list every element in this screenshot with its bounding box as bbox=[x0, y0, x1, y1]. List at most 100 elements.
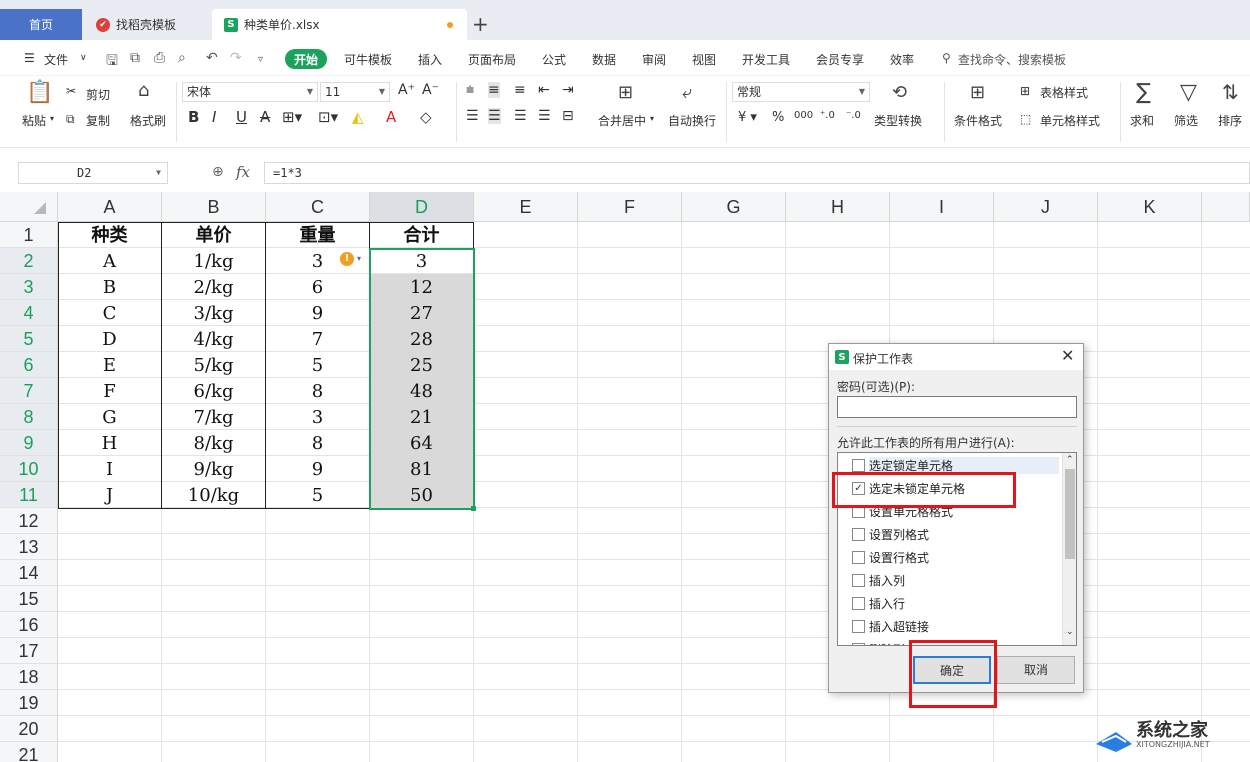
menu-efficiency[interactable]: 效率 bbox=[890, 51, 914, 68]
permission-checkbox[interactable] bbox=[852, 574, 865, 587]
data-cell[interactable]: 3/kg bbox=[162, 300, 265, 326]
data-cell[interactable]: 9/kg bbox=[162, 456, 265, 482]
type-convert-icon[interactable]: ⟲ bbox=[892, 82, 907, 103]
permission-checkbox[interactable] bbox=[852, 620, 865, 633]
column-header-k[interactable]: K bbox=[1098, 192, 1202, 222]
currency-icon[interactable]: ¥ ▾ bbox=[738, 110, 757, 125]
menu-member[interactable]: 会员专享 bbox=[816, 51, 864, 68]
border-icon[interactable]: ⊞▾ bbox=[282, 108, 302, 126]
row-header-9[interactable]: 9 bbox=[0, 430, 58, 456]
row-header-11[interactable]: 11 bbox=[0, 482, 58, 508]
column-header-i[interactable]: I bbox=[890, 192, 994, 222]
data-cell[interactable]: A bbox=[58, 248, 161, 274]
conditional-format-button[interactable]: 条件格式 bbox=[954, 112, 1002, 129]
wrap-text-button[interactable]: 自动换行 bbox=[668, 112, 716, 129]
data-cell[interactable]: 7 bbox=[266, 326, 369, 352]
tab-template[interactable]: ✔ 找稻壳模板 bbox=[84, 9, 204, 40]
menu-review[interactable]: 审阅 bbox=[642, 51, 666, 68]
thousands-icon[interactable]: 000 bbox=[794, 110, 813, 121]
align-top-icon[interactable]: ⩧ bbox=[466, 82, 474, 98]
chevron-down-icon[interactable]: ∨ bbox=[80, 53, 87, 63]
menu-page-layout[interactable]: 页面布局 bbox=[468, 51, 516, 68]
cancel-button[interactable]: 取消 bbox=[997, 656, 1075, 684]
increase-font-icon[interactable]: A⁺ bbox=[398, 82, 415, 98]
row-header-4[interactable]: 4 bbox=[0, 300, 58, 326]
data-cell[interactable]: 9 bbox=[266, 456, 369, 482]
decrease-font-icon[interactable]: A⁻ bbox=[422, 82, 439, 98]
permission-option-label[interactable]: 设置列格式 bbox=[869, 526, 929, 543]
filter-icon[interactable]: ▽ bbox=[1180, 80, 1197, 105]
error-warning-icon[interactable]: ! bbox=[340, 252, 354, 266]
wrap-text-icon[interactable]: ⤶ bbox=[682, 82, 692, 103]
merge-chevron-icon[interactable]: ▾ bbox=[650, 114, 654, 123]
warning-chevron-icon[interactable]: ▾ bbox=[357, 254, 361, 263]
merge-center-icon[interactable]: ⊞ bbox=[618, 82, 633, 103]
row-header-12[interactable]: 12 bbox=[0, 508, 58, 534]
underline-icon[interactable]: U bbox=[236, 108, 247, 126]
column-header-a[interactable]: A bbox=[58, 192, 162, 222]
column-header-e[interactable]: E bbox=[474, 192, 578, 222]
cell-style-icon[interactable]: ⬚ bbox=[1020, 112, 1031, 126]
copy-icon[interactable]: ⧉ bbox=[66, 112, 75, 127]
data-cell[interactable]: I bbox=[58, 456, 161, 482]
copy-button[interactable]: 复制 bbox=[86, 112, 110, 129]
paste-button[interactable]: 粘贴 bbox=[22, 112, 46, 129]
tab-home[interactable]: 首页 bbox=[0, 9, 82, 40]
font-color-icon[interactable]: A bbox=[386, 108, 396, 126]
data-cell[interactable]: B bbox=[58, 274, 161, 300]
column-header-c[interactable]: C bbox=[266, 192, 370, 222]
permission-checkbox[interactable] bbox=[852, 528, 865, 541]
list-scrollbar[interactable]: ⌃ ⌄ bbox=[1062, 453, 1076, 645]
data-cell[interactable]: 6 bbox=[266, 274, 369, 300]
sort-button[interactable]: 排序 bbox=[1218, 112, 1242, 129]
column-header-h[interactable]: H bbox=[786, 192, 890, 222]
row-header-16[interactable]: 16 bbox=[0, 612, 58, 638]
row-header-1[interactable]: 1 bbox=[0, 222, 58, 248]
format-painter-button[interactable]: 格式刷 bbox=[130, 112, 166, 129]
data-cell[interactable]: 2/kg bbox=[162, 274, 265, 300]
row-header-18[interactable]: 18 bbox=[0, 664, 58, 690]
undo-icon[interactable]: ↶ bbox=[206, 50, 218, 66]
sum-icon[interactable]: ∑ bbox=[1136, 80, 1151, 105]
select-all-corner[interactable] bbox=[0, 192, 58, 222]
increase-decimal-icon[interactable]: ⁺.0 bbox=[820, 110, 835, 121]
search-icon[interactable]: ⚲ bbox=[942, 51, 951, 65]
row-header-21[interactable]: 21 bbox=[0, 742, 58, 762]
password-field[interactable] bbox=[837, 396, 1077, 418]
row-header-14[interactable]: 14 bbox=[0, 560, 58, 586]
data-cell[interactable]: 4/kg bbox=[162, 326, 265, 352]
percent-icon[interactable]: % bbox=[772, 110, 784, 125]
customize-chevron-icon[interactable]: ▿ bbox=[258, 54, 263, 65]
clear-format-icon[interactable]: ◇ bbox=[420, 108, 432, 126]
data-cell[interactable]: 5/kg bbox=[162, 352, 265, 378]
number-format-select[interactable]: 常规 ▼ bbox=[732, 82, 870, 102]
cell-fill-icon[interactable]: ⊡▾ bbox=[318, 108, 338, 126]
paste-icon[interactable]: 📋 bbox=[26, 80, 53, 105]
row-header-19[interactable]: 19 bbox=[0, 690, 58, 716]
data-cell[interactable]: 5 bbox=[266, 482, 369, 508]
permission-option-label[interactable]: 删除列 bbox=[869, 641, 905, 645]
row-header-13[interactable]: 13 bbox=[0, 534, 58, 560]
column-header-overflow[interactable] bbox=[1202, 192, 1250, 222]
column-header-g[interactable]: G bbox=[682, 192, 786, 222]
data-cell[interactable]: 10/kg bbox=[162, 482, 265, 508]
name-box[interactable]: D2 ▼ bbox=[18, 162, 168, 184]
header-cell[interactable]: 合计 bbox=[370, 222, 473, 248]
row-header-17[interactable]: 17 bbox=[0, 638, 58, 664]
type-convert-button[interactable]: 类型转换 bbox=[874, 112, 922, 129]
row-header-5[interactable]: 5 bbox=[0, 326, 58, 352]
close-icon[interactable]: ✕ bbox=[1061, 346, 1074, 365]
fx-icon[interactable]: fx bbox=[236, 163, 250, 181]
save-icon[interactable]: 🖫 bbox=[106, 50, 118, 74]
align-left-icon[interactable]: ☰ bbox=[466, 108, 479, 124]
permission-option-label[interactable]: 插入超链接 bbox=[869, 618, 929, 635]
row-header-2[interactable]: 2 bbox=[0, 248, 58, 274]
menu-file[interactable]: 文件 bbox=[44, 51, 68, 68]
permission-option-label[interactable]: 插入行 bbox=[869, 595, 905, 612]
header-cell[interactable]: 单价 bbox=[162, 222, 265, 248]
permission-option-label[interactable]: 设置行格式 bbox=[869, 549, 929, 566]
italic-icon[interactable]: I bbox=[212, 108, 216, 126]
column-header-b[interactable]: B bbox=[162, 192, 266, 222]
menu-data[interactable]: 数据 bbox=[592, 51, 616, 68]
data-cell[interactable]: 8 bbox=[266, 430, 369, 456]
